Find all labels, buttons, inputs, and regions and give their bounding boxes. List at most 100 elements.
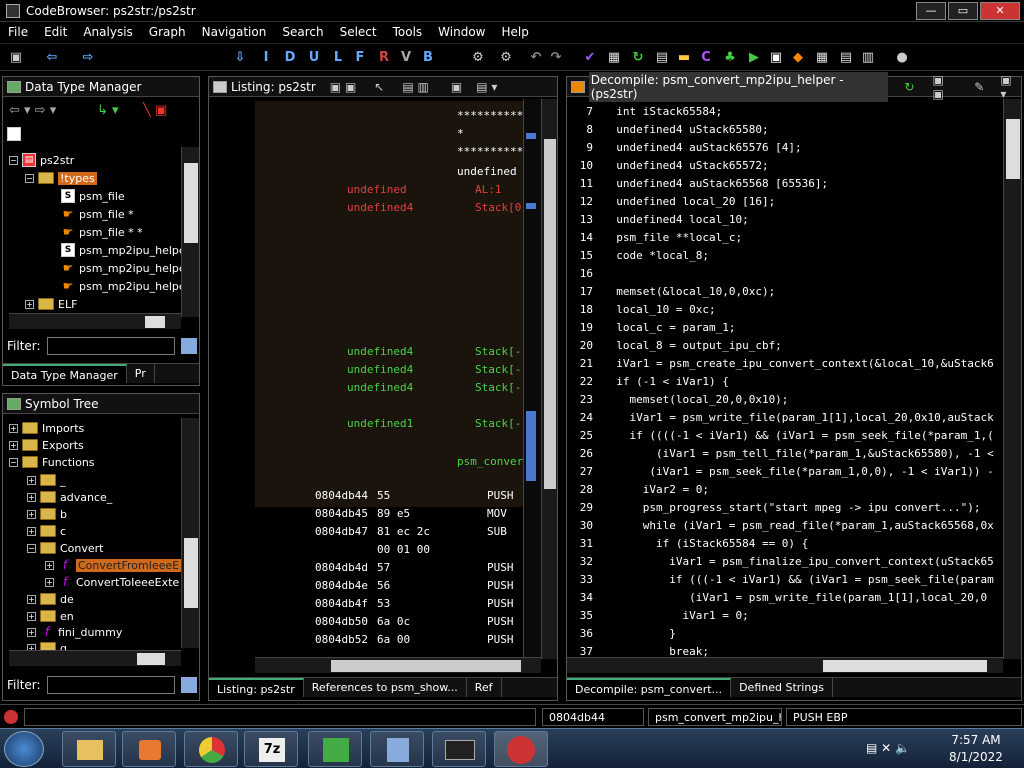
expander-icon[interactable]: −: [9, 457, 18, 467]
dtm-hscroll-thumb[interactable]: [145, 316, 165, 328]
symtree-folder[interactable]: + de: [27, 590, 74, 608]
decompile-line[interactable]: 28 iVar2 = 0;: [567, 481, 709, 499]
taskbar-notepad[interactable]: [370, 731, 424, 767]
undo-icon[interactable]: ↶: [528, 50, 544, 66]
tab-program-trees[interactable]: Pr: [127, 364, 155, 383]
expander-icon[interactable]: −: [27, 543, 36, 553]
decompile-line[interactable]: 16: [567, 265, 603, 283]
clock-date[interactable]: 8/1/2022: [946, 750, 1006, 764]
decompile-line[interactable]: 11 undefined4 auStack65568 [65536];: [567, 175, 828, 193]
expander-icon[interactable]: −: [25, 173, 34, 183]
dtm-filter-input[interactable]: [46, 337, 175, 355]
filter-options-icon[interactable]: [180, 338, 197, 354]
symtree-folder[interactable]: + c: [27, 522, 66, 540]
snapshot-icon[interactable]: ▣: [451, 80, 462, 94]
decompile-line[interactable]: 21 iVar1 = psm_create_ipu_convert_contex…: [567, 355, 994, 373]
decompile-line[interactable]: 29 psm_progress_start("start mpeg -> ipu…: [567, 499, 981, 517]
decompile-line[interactable]: 31 if (iStack65584 == 0) {: [567, 535, 809, 553]
decompile-line[interactable]: 10 undefined4 uStack65572;: [567, 157, 769, 175]
snapshot-icon[interactable]: ▣ ▾: [1000, 73, 1021, 101]
dtm-elf-folder[interactable]: + ELF: [25, 295, 77, 313]
symtree-convert[interactable]: − Convert: [27, 539, 104, 557]
tool-icon-4[interactable]: ▤: [654, 50, 670, 66]
symtree-hscrollbar[interactable]: [9, 650, 181, 666]
nav-instruction-button[interactable]: I: [258, 50, 274, 66]
layout-icon[interactable]: ▤ ▥: [402, 80, 429, 94]
run-icon[interactable]: ▶: [746, 50, 762, 66]
decompile-line[interactable]: 13 undefined4 local_10;: [567, 211, 749, 229]
symtree-scrollbar[interactable]: [181, 418, 199, 648]
listing-address[interactable]: 0804db47: [315, 523, 368, 541]
back-arrow-icon[interactable]: ⇦: [44, 50, 60, 66]
symtree-imports[interactable]: + Imports: [9, 419, 84, 437]
decompile-line[interactable]: 19 local_c = param_1;: [567, 319, 736, 337]
decompile-line[interactable]: 34 (iVar1 = psm_write_file(param_1[1],lo…: [567, 589, 987, 607]
tool-icon-6[interactable]: ▤: [838, 50, 854, 66]
help-icon[interactable]: ●: [894, 50, 910, 66]
decompile-line[interactable]: 9 undefined4 auStack65576 [4];: [567, 139, 801, 157]
listing-scrollbar[interactable]: [541, 99, 557, 659]
symtree-folder[interactable]: + b: [27, 505, 67, 523]
menu-analysis[interactable]: Analysis: [75, 25, 140, 39]
save-icon[interactable]: ▣: [8, 50, 24, 66]
listing-code[interactable]: ********** * ********** undefined undefi…: [209, 101, 525, 661]
dtm-link-icon[interactable]: ↳ ▾: [97, 103, 119, 118]
filter-options-icon[interactable]: [180, 677, 197, 693]
expander-icon[interactable]: +: [45, 577, 54, 587]
dtm-types-folder[interactable]: − !types: [25, 169, 97, 187]
forward-arrow-icon[interactable]: ⇨: [80, 50, 96, 66]
graph-icon[interactable]: ♣: [722, 50, 738, 66]
dtm-item[interactable]: ☛ psm_file *: [61, 205, 134, 223]
redo-icon[interactable]: ↷: [548, 50, 564, 66]
symtree-function[interactable]: + f ConvertFromIeeeE: [45, 556, 182, 574]
cf-icon[interactable]: C: [698, 50, 714, 66]
dtm-item[interactable]: ☛ psm_mp2ipu_helper: [61, 259, 191, 277]
expander-icon[interactable]: +: [27, 509, 36, 519]
minimize-button[interactable]: —: [916, 2, 946, 20]
tab-data-type-manager[interactable]: Data Type Manager: [3, 364, 127, 383]
taskbar-ghidra[interactable]: [494, 731, 548, 767]
decompile-line[interactable]: 23 memset(local_20,0,0x10);: [567, 391, 789, 409]
tool-icon-5[interactable]: ▣: [768, 50, 784, 66]
tool-icon-7[interactable]: ▥: [860, 50, 876, 66]
nav-label-button[interactable]: L: [330, 50, 346, 66]
tab-defined-strings[interactable]: Defined Strings: [731, 678, 834, 697]
expander-icon[interactable]: +: [45, 560, 54, 570]
copy-icon[interactable]: ▣ ▣: [932, 73, 958, 101]
dtm-tree-root[interactable]: − ▤ ps2str: [9, 151, 74, 169]
menu-graph[interactable]: Graph: [141, 25, 194, 39]
tool-icon-2[interactable]: ⚙: [498, 50, 514, 66]
taskbar-explorer[interactable]: [62, 731, 116, 767]
dtm-collapse-icon[interactable]: [7, 127, 21, 141]
down-arrow-icon[interactable]: ⇩: [232, 50, 248, 66]
menu-search[interactable]: Search: [274, 25, 331, 39]
options-icon[interactable]: ▤ ▾: [476, 80, 497, 94]
menu-file[interactable]: File: [0, 25, 36, 39]
decompile-line[interactable]: 18 local_10 = 0xc;: [567, 301, 716, 319]
expander-icon[interactable]: +: [27, 611, 36, 621]
nav-value-button[interactable]: V: [398, 50, 414, 66]
decompile-line[interactable]: 25 if ((((-1 < iVar1) && (iVar1 = psm_se…: [567, 427, 994, 445]
decompile-line[interactable]: 12 undefined local_20 [16];: [567, 193, 775, 211]
symtree-function[interactable]: + f ConvertToIeeeExte: [45, 573, 179, 591]
expander-icon[interactable]: +: [27, 492, 36, 502]
symtree-scroll-thumb[interactable]: [184, 538, 198, 608]
menu-tools[interactable]: Tools: [385, 25, 431, 39]
decompile-line[interactable]: 35 iVar1 = 0;: [567, 607, 749, 625]
decompile-code[interactable]: 7 int iStack65584; 8 undefined4 uStack655…: [567, 101, 1003, 659]
dtm-hscrollbar[interactable]: [9, 313, 181, 329]
menu-help[interactable]: Help: [494, 25, 537, 39]
dtm-item[interactable]: ☛ psm_mp2ipu_helper: [61, 277, 191, 295]
listing-address[interactable]: 0804db4e: [315, 577, 368, 595]
dtm-filter-icon[interactable]: ╲ ▣: [143, 103, 167, 118]
symtree-functions[interactable]: − Functions: [9, 453, 95, 471]
decompile-line[interactable]: 33 if (((-1 < iVar1) && (iVar1 = psm_see…: [567, 571, 994, 589]
listing-address[interactable]: 0804db4d: [315, 559, 368, 577]
folder-icon[interactable]: ▬: [676, 50, 692, 66]
copy-icon[interactable]: ▣ ▣: [330, 80, 357, 94]
decompile-line[interactable]: 14 psm_file **local_c;: [567, 229, 742, 247]
listing-address[interactable]: 0804db45: [315, 505, 368, 523]
refresh-icon[interactable]: ↻: [630, 50, 646, 66]
menu-navigation[interactable]: Navigation: [194, 25, 275, 39]
listing-hscroll-thumb[interactable]: [331, 660, 521, 672]
